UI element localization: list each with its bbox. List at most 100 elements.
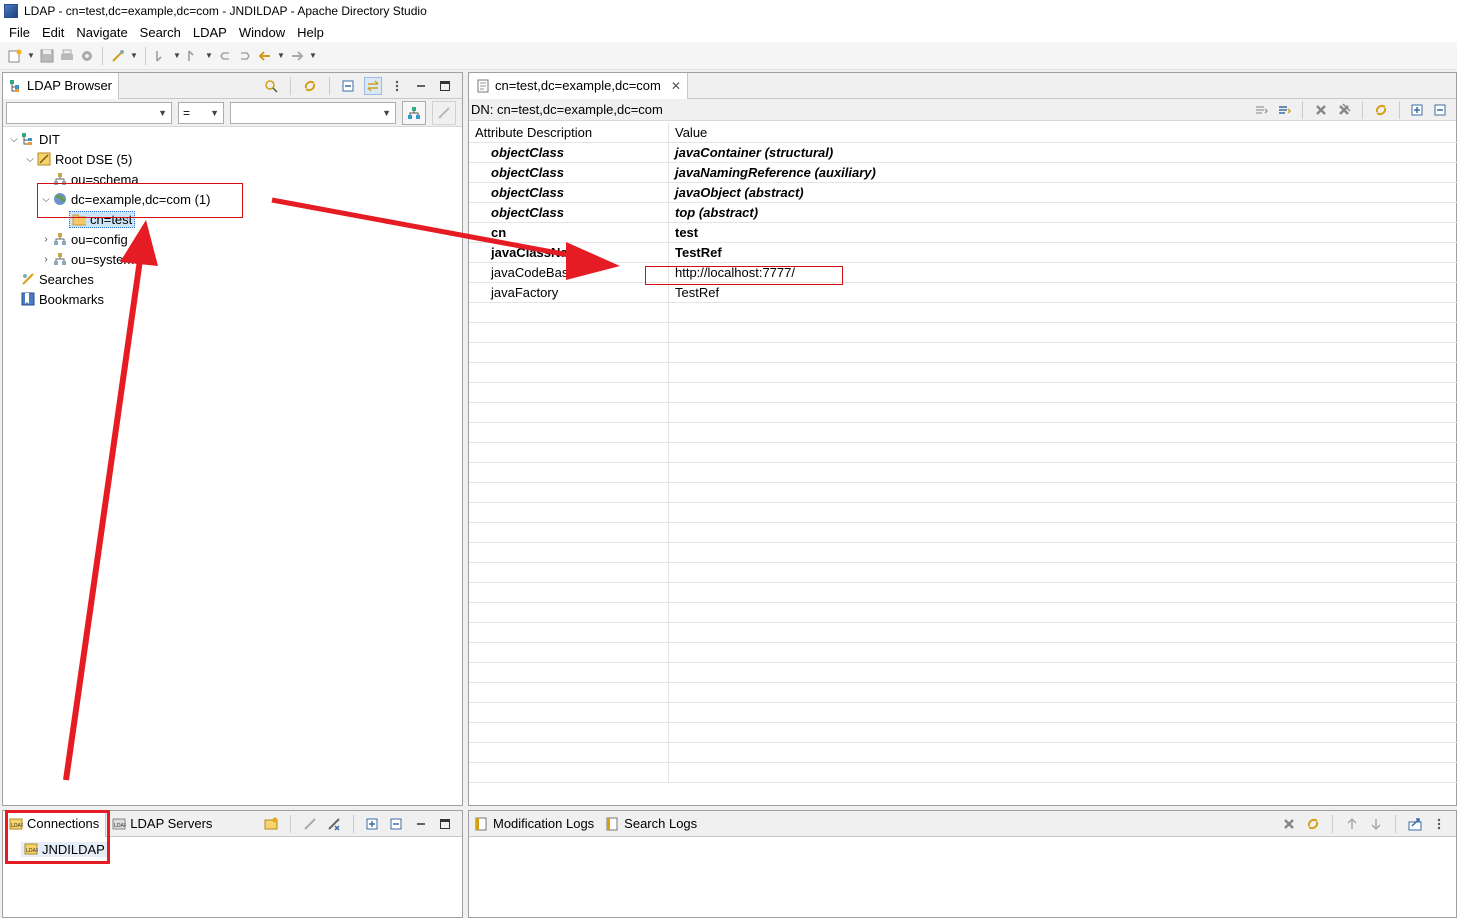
close-icon[interactable]: ✕ [671, 79, 681, 93]
tab-ldap-servers-label: LDAP Servers [130, 816, 213, 831]
value-cell[interactable]: test [669, 223, 1457, 242]
table-row[interactable]: javaFactory TestRef [469, 283, 1457, 303]
empty-cell [669, 503, 1457, 522]
menu-window[interactable]: Window [233, 25, 291, 40]
back-icon[interactable] [256, 47, 274, 65]
empty-cell [669, 543, 1457, 562]
run-quick-search-icon[interactable] [432, 100, 456, 125]
highlight-box-codebase [645, 266, 843, 285]
tab-entry-editor[interactable]: cn=test,dc=example,dc=com ✕ [469, 72, 688, 99]
maximize-icon[interactable] [436, 77, 454, 95]
value-cell[interactable]: TestRef [669, 243, 1457, 262]
table-row[interactable]: objectClass javaObject (abstract) [469, 183, 1457, 203]
table-row[interactable]: javaCodeBase http://localhost:7777/ [469, 263, 1457, 283]
menu-navigate[interactable]: Navigate [70, 25, 133, 40]
last-edit-forward-icon[interactable] [236, 47, 254, 65]
collapse-all-icon[interactable] [340, 77, 358, 95]
refresh-icon[interactable] [301, 77, 319, 95]
arrow-down-icon[interactable] [1367, 815, 1385, 833]
save-icon[interactable] [38, 47, 56, 65]
next-annotation-dropdown-icon[interactable]: ▼ [172, 47, 182, 65]
tree-node-ou-config[interactable]: › ou=config [3, 229, 462, 249]
menu-edit[interactable]: Edit [36, 25, 70, 40]
forward-dropdown-icon[interactable]: ▼ [308, 47, 318, 65]
tree-node-ou-system[interactable]: › ou=system [3, 249, 462, 269]
empty-cell [669, 303, 1457, 322]
table-row[interactable]: objectClass javaNamingReference (auxiliar… [469, 163, 1457, 183]
link-with-editor-icon[interactable] [364, 76, 382, 95]
quick-search-scope-icon[interactable] [402, 100, 426, 125]
value-cell[interactable]: javaContainer (structural) [669, 143, 1457, 162]
properties-icon[interactable] [78, 47, 96, 65]
menu-help[interactable]: Help [291, 25, 330, 40]
value-cell[interactable]: javaNamingReference (auxiliary) [669, 163, 1457, 182]
tab-ldap-servers[interactable]: LDAP LDAP Servers [106, 811, 218, 837]
last-edit-back-icon[interactable] [216, 47, 234, 65]
tab-ldap-browser[interactable]: LDAP Browser [3, 72, 120, 99]
connect-dropdown-icon[interactable]: ▼ [129, 47, 139, 65]
connect-icon[interactable] [109, 47, 127, 65]
value-combo[interactable]: ▼ [230, 101, 396, 124]
chevron-down-icon[interactable]: ⌵ [7, 134, 21, 145]
table-row[interactable]: cn test [469, 223, 1457, 243]
expand-all-icon[interactable] [364, 815, 382, 833]
minimize-icon[interactable] [412, 77, 430, 95]
empty-cell [469, 443, 669, 462]
menu-search[interactable]: Search [134, 25, 187, 40]
tree-node-dit[interactable]: ⌵ DIT [3, 129, 462, 149]
new-icon[interactable] [6, 47, 24, 65]
show-operational-icon[interactable] [1275, 101, 1293, 119]
search-browser-icon[interactable] [262, 77, 280, 95]
open-connection-icon[interactable] [301, 815, 319, 833]
prev-annotation-dropdown-icon[interactable]: ▼ [204, 47, 214, 65]
delete-all-icon[interactable] [1335, 101, 1353, 119]
table-row[interactable]: javaClassName TestRef [469, 243, 1457, 263]
operator-combo[interactable]: = ▼ [178, 101, 224, 124]
empty-cell [669, 523, 1457, 542]
tree-node-searches[interactable]: Searches [3, 269, 462, 289]
tab-modification-logs[interactable]: Modification Logs [469, 811, 600, 837]
refresh-entry-icon[interactable] [1372, 101, 1390, 119]
attribute-combo[interactable]: ▼ [6, 101, 172, 124]
value-cell[interactable]: TestRef [669, 283, 1457, 302]
view-menu-icon[interactable] [1430, 815, 1448, 833]
table-row[interactable]: objectClass javaContainer (structural) [469, 143, 1457, 163]
print-icon[interactable] [58, 47, 76, 65]
collapse-all-icon[interactable] [1432, 101, 1450, 119]
table-row[interactable]: objectClass top (abstract) [469, 203, 1457, 223]
minimize-icon[interactable] [412, 815, 430, 833]
prev-annotation-icon[interactable] [184, 47, 202, 65]
column-header-attribute[interactable]: Attribute Description [469, 123, 669, 142]
arrow-up-icon[interactable] [1343, 815, 1361, 833]
clear-logs-icon[interactable] [1280, 815, 1298, 833]
chevron-right-icon[interactable]: › [39, 254, 53, 265]
expand-all-icon[interactable] [1409, 101, 1427, 119]
chevron-down-icon[interactable]: ⌵ [23, 154, 37, 165]
empty-row [469, 403, 1457, 423]
collapse-all-icon[interactable] [388, 815, 406, 833]
value-cell[interactable]: javaObject (abstract) [669, 183, 1457, 202]
empty-row [469, 363, 1457, 383]
delete-value-icon[interactable] [1312, 101, 1330, 119]
new-connection-icon[interactable] [262, 815, 280, 833]
menu-file[interactable]: File [3, 25, 36, 40]
next-annotation-icon[interactable] [152, 47, 170, 65]
tree-node-bookmarks[interactable]: Bookmarks [3, 289, 462, 309]
chevron-right-icon[interactable]: › [39, 234, 53, 245]
tab-search-logs[interactable]: Search Logs [600, 811, 703, 837]
export-icon[interactable] [1406, 815, 1424, 833]
refresh-logs-icon[interactable] [1304, 815, 1322, 833]
menu-ldap[interactable]: LDAP [187, 25, 233, 40]
view-menu-icon[interactable] [388, 77, 406, 95]
maximize-icon[interactable] [436, 815, 454, 833]
column-header-value[interactable]: Value [669, 123, 1457, 142]
back-dropdown-icon[interactable]: ▼ [276, 47, 286, 65]
tree-node-root-dse[interactable]: ⌵ Root DSE (5) [3, 149, 462, 169]
new-dropdown-icon[interactable]: ▼ [26, 47, 36, 65]
expand-all-attrs-icon[interactable] [1252, 101, 1270, 119]
close-connection-icon[interactable] [325, 815, 343, 833]
forward-icon[interactable] [288, 47, 306, 65]
tree-label: ou=system [71, 251, 135, 267]
value-cell[interactable]: top (abstract) [669, 203, 1457, 222]
empty-cell [469, 683, 669, 702]
